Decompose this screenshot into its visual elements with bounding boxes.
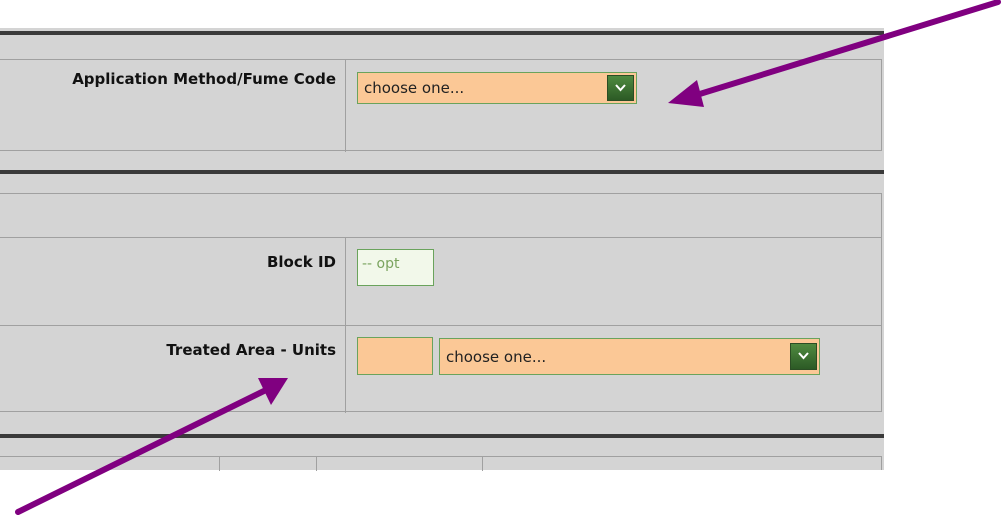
- annotation-arrow-bottom: [15, 378, 288, 515]
- annotation-arrows: [15, 0, 1001, 515]
- annotation-arrow-top: [668, 0, 1001, 107]
